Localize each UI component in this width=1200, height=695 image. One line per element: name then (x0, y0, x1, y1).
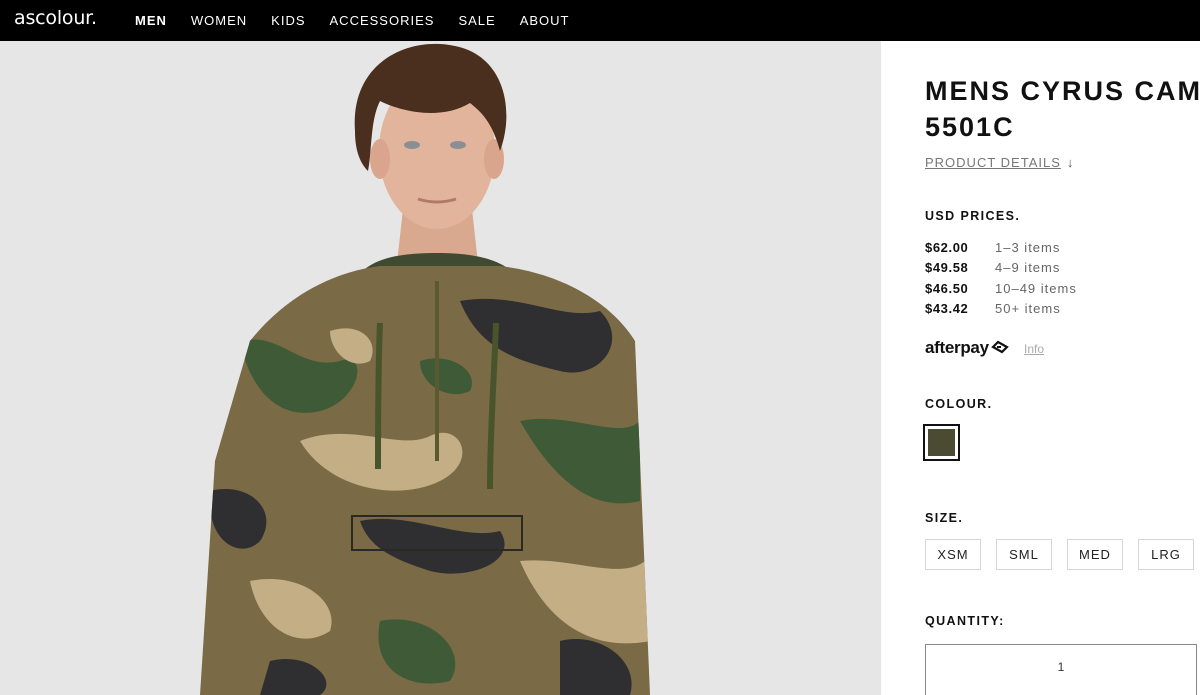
quantity-input[interactable] (925, 644, 1197, 695)
top-nav-bar: ascolour. MEN WOMEN KIDS ACCESSORIES SAL… (0, 0, 1200, 41)
product-details-link[interactable]: PRODUCT DETAILS ↓ (925, 155, 1074, 170)
price-row: $43.42 50+ items (925, 299, 1077, 320)
nav-item-kids[interactable]: KIDS (271, 13, 305, 28)
price-quantity-range: 50+ items (995, 301, 1061, 317)
model-wearing-jacket-illustration (200, 43, 650, 695)
price-value: $49.58 (925, 260, 969, 276)
afterpay-arrows-icon (990, 340, 1009, 354)
product-details-panel: MENS CYRUS CAMO 5501C PRODUCT DETAILS ↓ U… (881, 41, 1200, 695)
afterpay-wordmark: afterpay (925, 338, 989, 357)
nav-item-men[interactable]: MEN (135, 13, 167, 28)
colour-heading: COLOUR. (925, 397, 993, 411)
colour-swatch-fill (928, 429, 955, 456)
product-title: MENS CYRUS CAMO 5501C (925, 76, 1200, 142)
price-row: $62.00 1–3 items (925, 237, 1077, 258)
nav-item-sale[interactable]: SALE (458, 13, 495, 28)
colour-swatch-selected[interactable] (923, 424, 960, 461)
nav-item-women[interactable]: WOMEN (191, 13, 247, 28)
size-button-xsm[interactable]: XSM (925, 539, 981, 570)
price-quantity-range: 1–3 items (995, 239, 1061, 255)
nav-item-accessories[interactable]: ACCESSORIES (330, 13, 435, 28)
price-value: $62.00 (925, 239, 969, 255)
brand-logo[interactable]: ascolour. (14, 7, 97, 29)
nav-item-about[interactable]: ABOUT (520, 13, 570, 28)
size-button-sml[interactable]: SML (996, 539, 1052, 570)
size-button-lrg[interactable]: LRG (1138, 539, 1194, 570)
prices-heading: USD PRICES. (925, 209, 1021, 223)
price-value: $46.50 (925, 280, 969, 296)
quantity-heading: QUANTITY: (925, 614, 1005, 628)
price-row: $49.58 4–9 items (925, 258, 1077, 279)
main-nav: MEN WOMEN KIDS ACCESSORIES SALE ABOUT (135, 0, 593, 41)
price-value: $43.42 (925, 301, 969, 317)
price-row: $46.50 10–49 items (925, 278, 1077, 299)
size-heading: SIZE. (925, 511, 964, 525)
price-tiers: $62.00 1–3 items $49.58 4–9 items $46.50… (925, 237, 1077, 319)
price-quantity-range: 4–9 items (995, 260, 1061, 276)
product-details-label: PRODUCT DETAILS (925, 155, 1061, 170)
price-quantity-range: 10–49 items (995, 280, 1077, 296)
afterpay-info-link[interactable]: Info (1024, 342, 1044, 356)
afterpay-logo: afterpay (925, 338, 1009, 358)
size-button-med[interactable]: MED (1067, 539, 1123, 570)
arrow-down-icon: ↓ (1066, 155, 1075, 170)
product-image (0, 41, 881, 695)
size-options: XSM SML MED LRG (925, 539, 1200, 570)
